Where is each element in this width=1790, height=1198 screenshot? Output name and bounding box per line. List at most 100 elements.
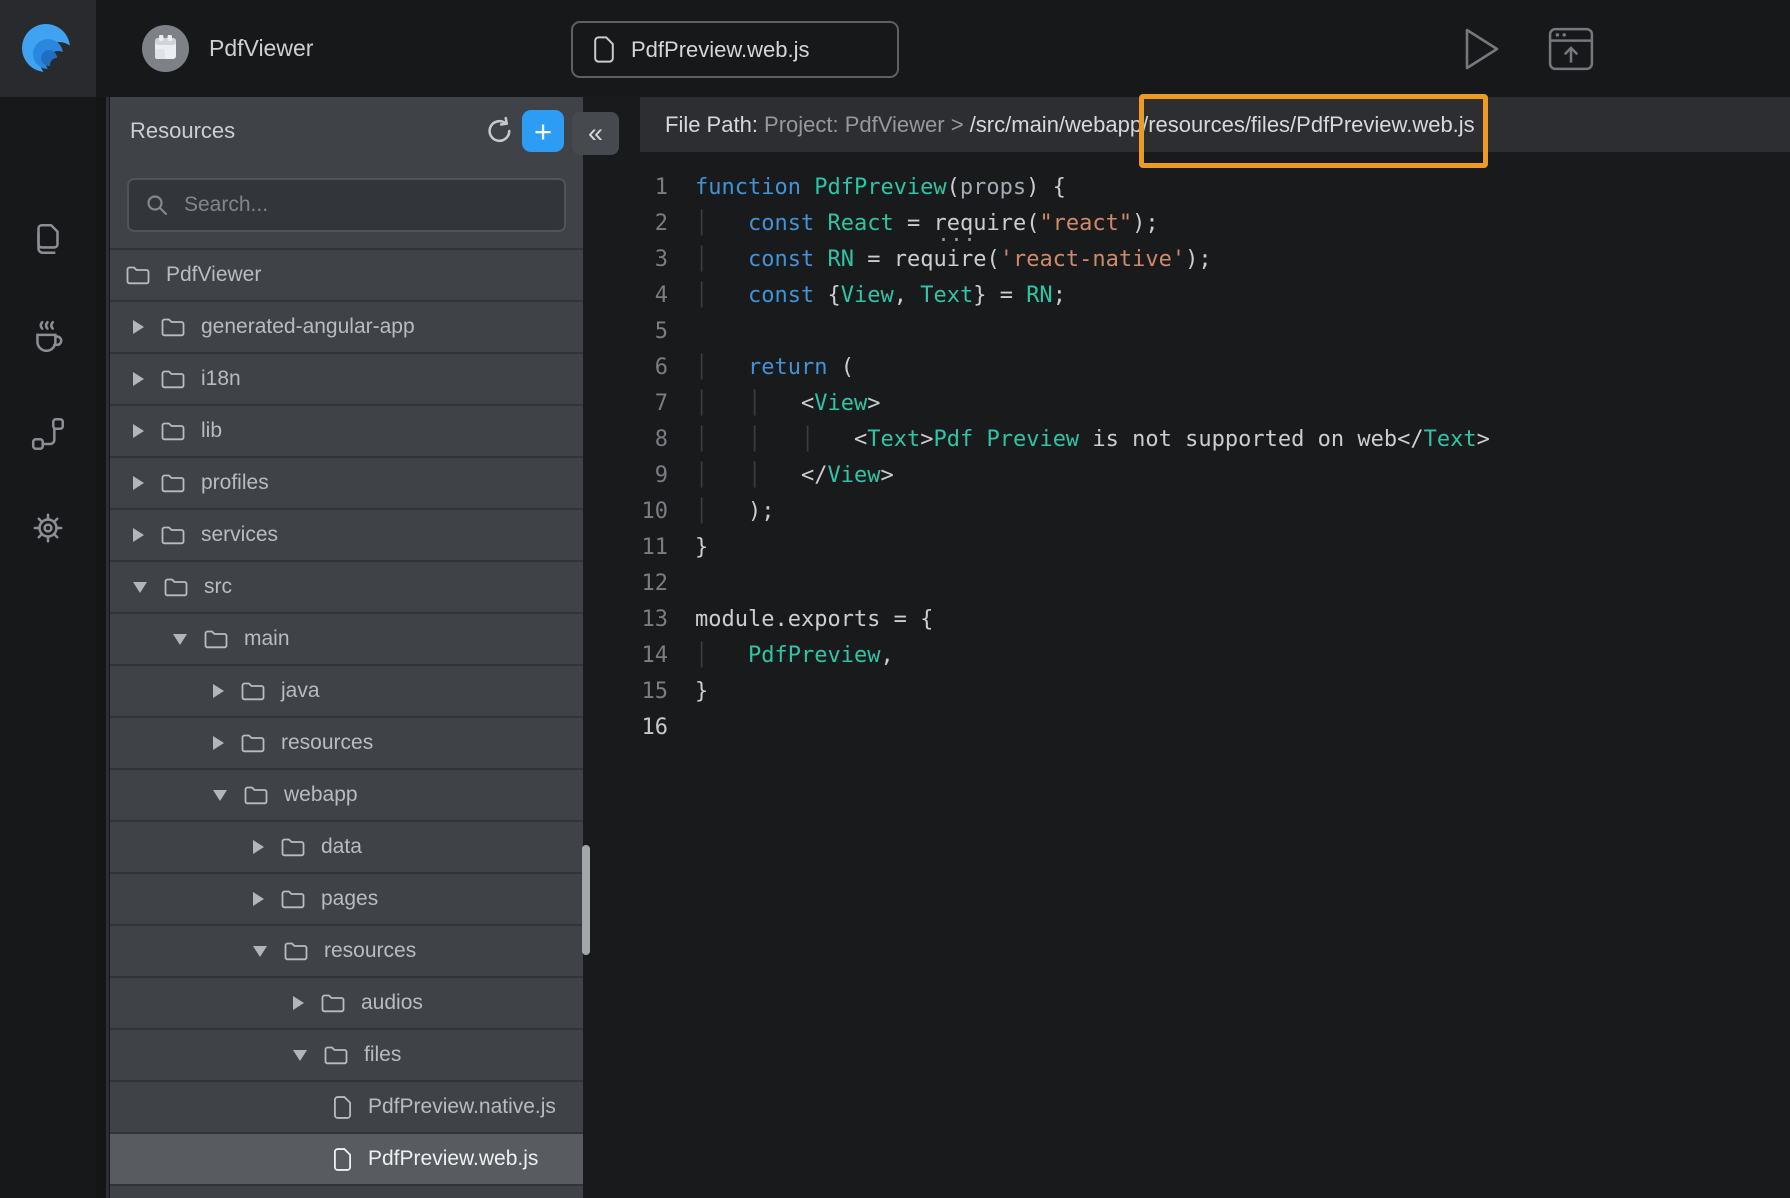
sidebar-item-java[interactable] — [0, 315, 96, 359]
tree-item-i18n[interactable]: i18n — [110, 354, 583, 406]
folder-icon — [281, 889, 305, 909]
caret-collapsed-icon[interactable] — [133, 424, 144, 438]
code-line-text: │ │ </View> — [695, 458, 894, 494]
tree-item-resources[interactable]: resources — [110, 926, 583, 978]
tree-item-pages[interactable]: pages — [110, 874, 583, 926]
code-line-10[interactable]: 10│ ); — [583, 494, 1790, 530]
open-file-tab[interactable]: PdfPreview.web.js — [571, 21, 899, 78]
settings-gear-icon — [29, 509, 67, 547]
tree-item-data[interactable]: data — [110, 822, 583, 874]
folder-icon — [164, 577, 188, 597]
code-line-2[interactable]: 2│ const React = require("react"); — [583, 206, 1790, 242]
line-number: 9 — [583, 458, 668, 494]
tree-item-PdfPreview.native.js[interactable]: PdfPreview.native.js — [110, 1082, 583, 1134]
tree-item-lib[interactable]: lib — [110, 406, 583, 458]
tree-item-webapp[interactable]: webapp — [110, 770, 583, 822]
sidebar-item-settings[interactable] — [0, 506, 96, 550]
tree-item-java[interactable]: java — [110, 666, 583, 718]
line-number: 1 — [583, 170, 668, 206]
code-line-text: │ │ │ <Text>Pdf Preview is not supported… — [695, 422, 1490, 458]
resource-tree: PdfViewer generated-angular-appi18n lib pro… — [110, 248, 583, 1186]
code-line-14[interactable]: 14│ PdfPreview, — [583, 638, 1790, 674]
search-input[interactable] — [182, 192, 548, 218]
open-in-window-button[interactable] — [1548, 27, 1594, 76]
tree-item-PdfPreview.web.js[interactable]: PdfPreview.web.js — [110, 1134, 583, 1186]
project-title: PdfViewer — [209, 0, 313, 97]
caret-collapsed-icon[interactable] — [133, 320, 144, 334]
caret-collapsed-icon[interactable] — [133, 528, 144, 542]
folder-icon — [161, 317, 185, 337]
code-line-8[interactable]: 8│ │ │ <Text>Pdf Preview is not supporte… — [583, 422, 1790, 458]
collapse-sidebar-button[interactable]: « — [572, 112, 619, 155]
caret-collapsed-icon[interactable] — [253, 892, 264, 906]
tree-item-label: PdfViewer — [166, 263, 261, 287]
search-box[interactable] — [127, 178, 566, 232]
tree-item-label: src — [204, 575, 232, 599]
caret-collapsed-icon[interactable] — [293, 996, 304, 1010]
code-line-12[interactable]: 12 — [583, 566, 1790, 602]
code-line-6[interactable]: 6 │ return ( — [583, 350, 1790, 386]
tree-item-audios[interactable]: audios — [110, 978, 583, 1030]
app-window: PdfViewer PdfPreview.web.js — [0, 0, 1790, 1198]
caret-expanded-icon[interactable] — [213, 790, 227, 801]
caret-expanded-icon[interactable] — [253, 946, 267, 957]
code-line-15[interactable]: 15} — [583, 674, 1790, 710]
flow-connector-icon — [29, 415, 67, 453]
caret-collapsed-icon[interactable] — [213, 736, 224, 750]
tree-item-profiles[interactable]: profiles — [110, 458, 583, 510]
sidebar-item-flows[interactable] — [0, 412, 96, 456]
tree-item-label: PdfPreview.native.js — [368, 1095, 556, 1119]
line-number: 4 — [583, 278, 668, 314]
caret-collapsed-icon[interactable] — [133, 372, 144, 386]
sidebar-item-files[interactable] — [0, 217, 96, 261]
folder-icon — [126, 265, 150, 285]
search-icon — [145, 193, 169, 217]
resources-panel: Resources + PdfViewer generated-angular-a… — [110, 97, 583, 1198]
top-bar: PdfViewer PdfPreview.web.js — [0, 0, 1790, 97]
tree-item-main[interactable]: main — [110, 614, 583, 666]
tree-item-PdfViewer[interactable]: PdfViewer — [110, 250, 583, 302]
run-button[interactable] — [1464, 27, 1500, 76]
annotation-highlight-box — [1139, 94, 1487, 168]
file-path-label: File Path: — [665, 112, 764, 138]
code-line-text: │ return ( — [695, 350, 854, 386]
resources-panel-title: Resources — [130, 97, 235, 165]
line-number: 6 — [583, 350, 668, 386]
caret-collapsed-icon[interactable] — [133, 476, 144, 490]
folder-icon — [324, 1045, 348, 1065]
code-line-5[interactable]: 5 — [583, 314, 1790, 350]
caret-collapsed-icon[interactable] — [213, 684, 224, 698]
play-icon — [1464, 27, 1500, 71]
file-icon — [333, 1096, 352, 1119]
code-line-1[interactable]: 1function PdfPreview(props) { — [583, 170, 1790, 206]
code-line-7[interactable]: 7│ │ <View> — [583, 386, 1790, 422]
app-logo[interactable] — [0, 0, 96, 97]
tree-item-files[interactable]: files — [110, 1030, 583, 1082]
code-editor[interactable]: 1function PdfPreview(props) {2│ const Re… — [583, 170, 1790, 746]
file-icon — [593, 36, 615, 63]
tree-item-label: lib — [201, 419, 222, 443]
tree-item-generated-angular-app[interactable]: generated-angular-app — [110, 302, 583, 354]
sidebar-scrollbar[interactable] — [582, 845, 590, 955]
tree-item-src[interactable]: src — [110, 562, 583, 614]
tree-item-services[interactable]: services — [110, 510, 583, 562]
code-line-4[interactable]: 4│ const {View, Text} = RN; — [583, 278, 1790, 314]
caret-expanded-icon[interactable] — [173, 634, 187, 645]
code-line-3[interactable]: 3│ const RN = require('react-native'); — [583, 242, 1790, 278]
code-line-16[interactable]: 16 — [583, 710, 1790, 746]
file-tab-label: PdfPreview.web.js — [631, 37, 810, 63]
code-line-11[interactable]: 11} — [583, 530, 1790, 566]
code-line-9[interactable]: 9 │ │ </View> — [583, 458, 1790, 494]
caret-expanded-icon[interactable] — [293, 1050, 307, 1061]
folder-icon — [284, 941, 308, 961]
caret-expanded-icon[interactable] — [133, 582, 147, 593]
tree-item-resources[interactable]: resources — [110, 718, 583, 770]
code-line-text: │ const RN = require('react-native'); — [695, 242, 1212, 278]
line-number: 11 — [583, 530, 668, 566]
add-resource-button[interactable]: + — [522, 110, 564, 152]
caret-collapsed-icon[interactable] — [253, 840, 264, 854]
left-nav-rail — [0, 97, 96, 1198]
tree-item-label: services — [201, 523, 278, 547]
refresh-button[interactable] — [478, 109, 522, 153]
code-line-13[interactable]: 13module.exports = { — [583, 602, 1790, 638]
